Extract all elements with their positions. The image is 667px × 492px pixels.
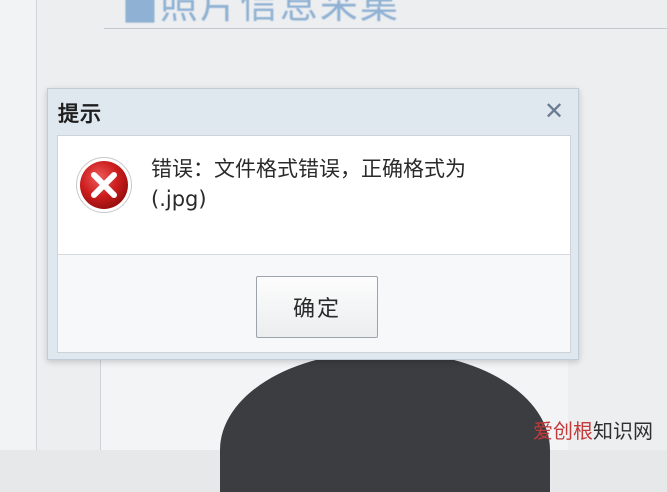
close-icon[interactable]: ✕ [542, 99, 566, 123]
alert-dialog: 提示 ✕ 错误：文件格式错误，正确格式为 (.jpg) 确定 [47, 88, 579, 360]
error-icon [76, 157, 132, 213]
error-message-line1: 错误：文件格式错误，正确格式为 [151, 157, 466, 181]
background-page-title: ■照片信息采集 [122, 0, 400, 27]
watermark: 爱创根知识网 [533, 415, 653, 444]
dialog-body: 错误：文件格式错误，正确格式为 (.jpg) 确定 [57, 135, 571, 353]
watermark-suffix: 知识网 [593, 419, 653, 443]
background-title-divider [104, 28, 667, 29]
message-area: 错误：文件格式错误，正确格式为 (.jpg) [58, 136, 570, 255]
error-message-line2: (.jpg) [151, 187, 207, 211]
ok-button[interactable]: 确定 [256, 276, 378, 338]
error-message: 错误：文件格式错误，正确格式为 (.jpg) [151, 154, 511, 214]
watermark-brand: 爱创根 [533, 419, 593, 443]
dialog-title: 提示 [58, 102, 102, 126]
background-sidebar-strip [0, 0, 37, 450]
